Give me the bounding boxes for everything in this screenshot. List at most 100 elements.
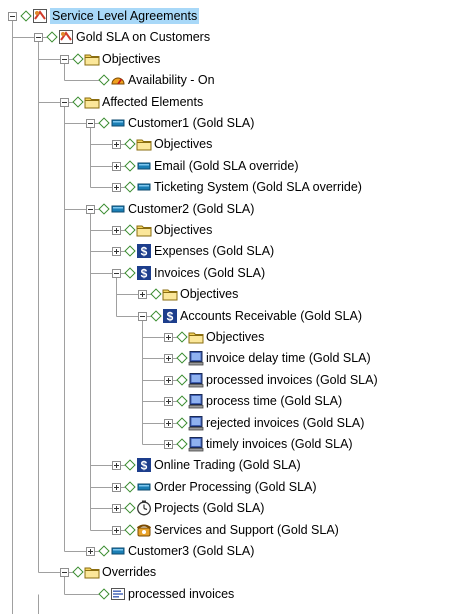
status-diamond-icon: [150, 288, 162, 300]
gauge-icon: [110, 72, 126, 88]
sla-tree: Service Level Agreements Gold SLA on Cust…: [0, 0, 450, 614]
folder-icon: [136, 222, 152, 238]
clock-icon: [136, 500, 152, 516]
collapse-toggle[interactable]: [8, 12, 17, 21]
status-diamond-icon: [150, 310, 162, 322]
collapse-toggle[interactable]: [138, 312, 147, 321]
computer-icon: [188, 393, 204, 409]
sla-icon: [32, 8, 48, 24]
status-diamond-icon: [72, 566, 84, 578]
tree-node-label: Overrides: [102, 565, 157, 579]
tree-node-label: Email (Gold SLA override): [154, 159, 299, 173]
status-diamond-icon: [98, 74, 110, 86]
tree-node-label: timely invoices (Gold SLA): [206, 437, 353, 451]
dollar-icon: $: [136, 265, 152, 281]
status-diamond-icon: [124, 481, 136, 493]
dollar-icon: $: [136, 457, 152, 473]
expand-toggle[interactable]: [112, 162, 121, 171]
status-diamond-icon: [124, 160, 136, 172]
status-diamond-icon: [72, 53, 84, 65]
tree-node-label: Objectives: [154, 137, 213, 151]
tree-node-label: Invoices (Gold SLA): [154, 266, 266, 280]
expand-toggle[interactable]: [164, 440, 173, 449]
tree-node-label: Customer1 (Gold SLA): [128, 116, 255, 130]
customer-icon: [136, 158, 152, 174]
status-diamond-icon: [176, 395, 188, 407]
tree-node-label: Objectives: [102, 52, 161, 66]
tree-node-label: Gold SLA on Customers: [76, 30, 211, 44]
expand-toggle[interactable]: [138, 290, 147, 299]
tree-node-label: Accounts Receivable (Gold SLA): [180, 309, 363, 323]
status-diamond-icon: [124, 267, 136, 279]
collapse-toggle[interactable]: [34, 33, 43, 42]
svg-text:$: $: [141, 459, 148, 473]
collapse-toggle[interactable]: [60, 98, 69, 107]
expand-toggle[interactable]: [112, 226, 121, 235]
customer-icon: [136, 479, 152, 495]
tree-node-label: Projects (Gold SLA): [154, 501, 265, 515]
customer-icon: [110, 543, 126, 559]
status-diamond-icon: [98, 588, 110, 600]
expand-toggle[interactable]: [112, 526, 121, 535]
override-icon: [110, 586, 126, 602]
collapse-toggle[interactable]: [60, 55, 69, 64]
status-diamond-icon: [124, 459, 136, 471]
status-diamond-icon: [124, 502, 136, 514]
status-diamond-icon: [176, 374, 188, 386]
expand-toggle[interactable]: [112, 140, 121, 149]
tree-node-label: Customer2 (Gold SLA): [128, 202, 255, 216]
tree-node-label: Availability - On: [128, 73, 215, 87]
tree-node-label: Affected Elements: [102, 95, 204, 109]
collapse-toggle[interactable]: [60, 568, 69, 577]
expand-toggle[interactable]: [164, 419, 173, 428]
expand-toggle[interactable]: [112, 247, 121, 256]
status-diamond-icon: [124, 138, 136, 150]
expand-toggle[interactable]: [112, 183, 121, 192]
customer-icon: [110, 201, 126, 217]
tree-node-label: processed invoices (Gold SLA): [206, 373, 378, 387]
status-diamond-icon: [176, 417, 188, 429]
status-diamond-icon: [124, 524, 136, 536]
computer-icon: [188, 415, 204, 431]
status-diamond-icon: [20, 10, 32, 22]
expand-toggle[interactable]: [164, 376, 173, 385]
status-diamond-icon: [46, 31, 58, 43]
expand-toggle[interactable]: [112, 504, 121, 513]
tree-node-label: Objectives: [180, 287, 239, 301]
status-diamond-icon: [124, 224, 136, 236]
customer-icon: [110, 115, 126, 131]
expand-toggle[interactable]: [112, 483, 121, 492]
tree-node-label: process time (Gold SLA): [206, 394, 343, 408]
folder-icon: [136, 136, 152, 152]
svg-text:$: $: [141, 245, 148, 259]
tree-node-label: Online Trading (Gold SLA): [154, 458, 301, 472]
status-diamond-icon: [124, 245, 136, 257]
expand-toggle[interactable]: [164, 354, 173, 363]
customer-icon: [136, 179, 152, 195]
status-diamond-icon: [98, 545, 110, 557]
collapse-toggle[interactable]: [86, 119, 95, 128]
expand-toggle[interactable]: [112, 461, 121, 470]
phone-icon: [136, 522, 152, 538]
tree-node-label: Ticketing System (Gold SLA override): [154, 180, 362, 194]
dollar-icon: $: [162, 308, 178, 324]
tree-node-label: Order Processing (Gold SLA): [154, 480, 317, 494]
svg-text:$: $: [141, 267, 148, 281]
tree-node-label: invoice delay time (Gold SLA): [206, 351, 371, 365]
tree-node-label: Objectives: [206, 330, 265, 344]
status-diamond-icon: [98, 117, 110, 129]
sla-icon: [58, 29, 74, 45]
collapse-toggle[interactable]: [86, 205, 95, 214]
expand-toggle[interactable]: [164, 333, 173, 342]
computer-icon: [188, 350, 204, 366]
folder-icon: [84, 564, 100, 580]
status-diamond-icon: [176, 331, 188, 343]
expand-toggle[interactable]: [86, 547, 95, 556]
tree-node-label: rejected invoices (Gold SLA): [206, 416, 365, 430]
status-diamond-icon: [176, 352, 188, 364]
status-diamond-icon: [124, 181, 136, 193]
tree-node-label: Customer3 (Gold SLA): [128, 544, 255, 558]
collapse-toggle[interactable]: [112, 269, 121, 278]
computer-icon: [188, 436, 204, 452]
expand-toggle[interactable]: [164, 397, 173, 406]
